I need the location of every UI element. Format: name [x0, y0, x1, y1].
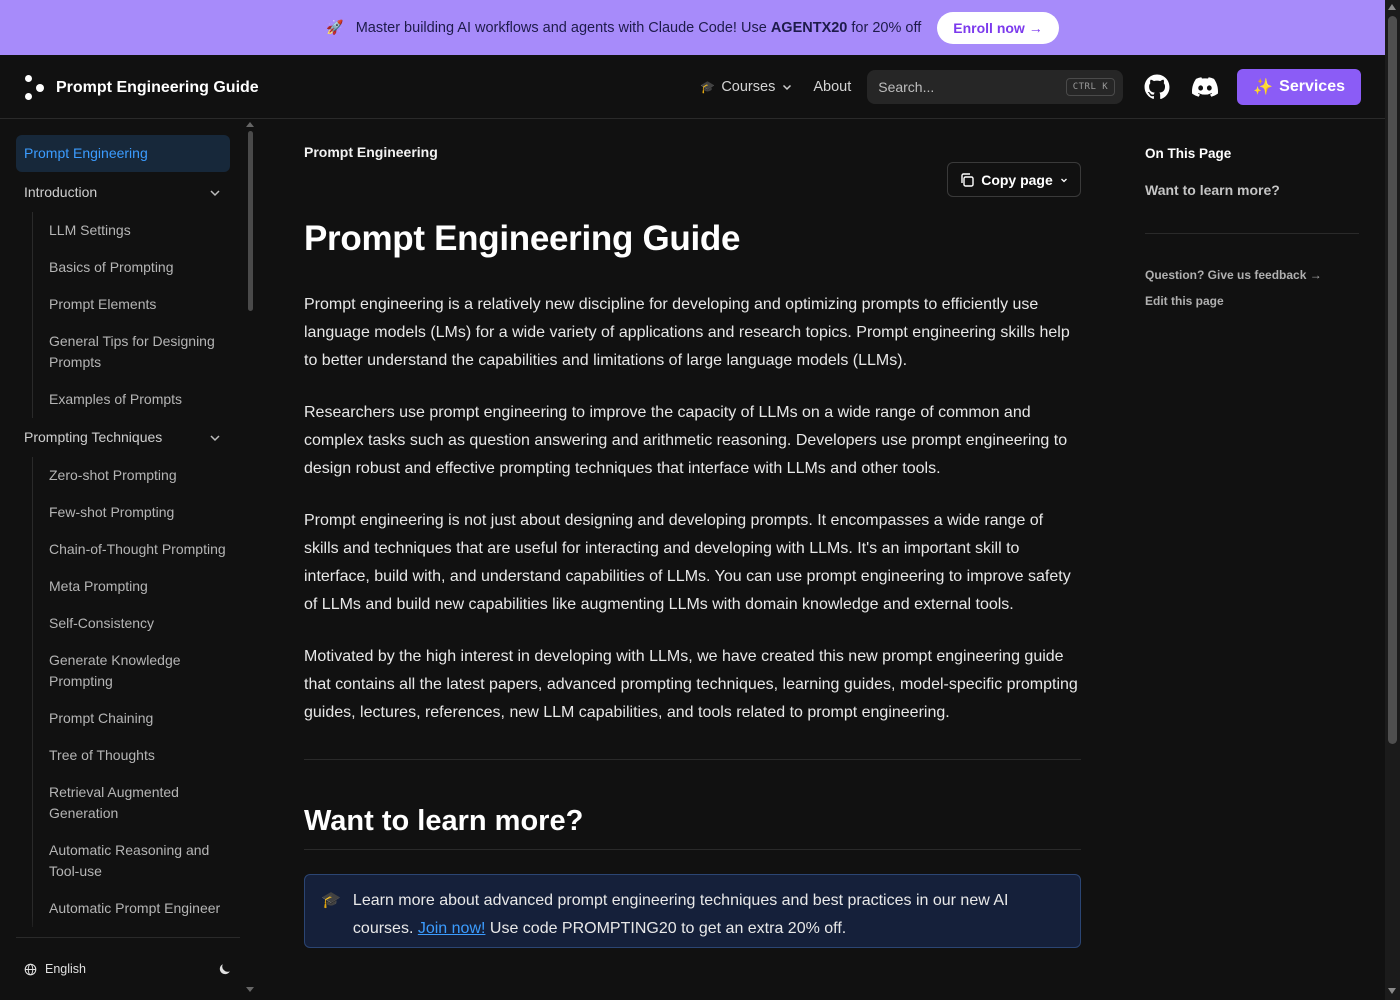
breadcrumb: Prompt Engineering	[304, 144, 438, 160]
copy-page-button[interactable]: Copy page	[947, 162, 1081, 197]
sidebar-subitems-introduction: LLM Settings Basics of Prompting Prompt …	[32, 212, 230, 418]
page-scrollbar[interactable]	[1385, 0, 1400, 1000]
sidebar-item-self-consistency[interactable]: Self-Consistency	[49, 605, 230, 642]
promo-banner: 🚀 Master building AI workflows and agent…	[0, 0, 1385, 55]
sidebar-scrollbar[interactable]	[248, 131, 253, 311]
divider	[304, 849, 1081, 850]
sidebar-item-zero-shot[interactable]: Zero-shot Prompting	[49, 457, 230, 494]
logo-dots-icon	[24, 75, 46, 101]
rocket-icon: 🚀	[326, 19, 344, 35]
language-label: English	[45, 962, 86, 976]
about-link[interactable]: About	[813, 79, 851, 95]
sidebar-item-meta-prompting[interactable]: Meta Prompting	[49, 568, 230, 605]
banner-code: AGENTX20	[770, 19, 848, 36]
sidebar-section-introduction[interactable]: Introduction	[16, 173, 230, 212]
courses-callout: 🎓 Learn more about advanced prompt engin…	[304, 874, 1081, 948]
sidebar-item-prompt-engineering[interactable]: Prompt Engineering	[16, 135, 230, 172]
sidebar-item-chain-of-thought[interactable]: Chain-of-Thought Prompting	[49, 531, 230, 568]
logo-text: Prompt Engineering Guide	[56, 79, 259, 96]
services-label: Services	[1279, 78, 1345, 95]
search-box[interactable]: CTRL K	[867, 70, 1124, 104]
globe-icon	[24, 963, 37, 975]
sparkles-icon: ✨	[1253, 79, 1274, 96]
paragraph: Prompt engineering is a relatively new d…	[304, 296, 1070, 369]
chevron-down-icon	[210, 434, 220, 441]
paragraph: Researchers use prompt engineering to im…	[304, 404, 1068, 477]
sidebar-item-prompt-elements[interactable]: Prompt Elements	[49, 286, 230, 323]
chevron-down-icon	[783, 84, 792, 91]
chevron-down-icon	[1060, 178, 1067, 182]
language-selector[interactable]: English	[24, 962, 86, 976]
graduation-cap-icon: 🎓	[700, 80, 716, 94]
sidebar-item-prompt-chaining[interactable]: Prompt Chaining	[49, 700, 230, 737]
scroll-up-arrow[interactable]	[1388, 4, 1396, 10]
toc-link-want-to-learn-more[interactable]: Want to learn more?	[1145, 182, 1280, 198]
discord-icon	[1192, 77, 1219, 97]
search-input[interactable]	[878, 79, 1059, 95]
sidebar-nav: Prompt Engineering Introduction LLM Sett…	[16, 135, 230, 927]
nav-right: 🎓 Courses About CTRL K ✨ Services	[700, 69, 1361, 105]
sidebar-subitems-prompting-techniques: Zero-shot Prompting Few-shot Prompting C…	[32, 457, 230, 927]
divider	[1145, 233, 1359, 234]
sidebar-item-generate-knowledge[interactable]: Generate Knowledge Prompting	[49, 642, 230, 700]
sidebar-scroll-up[interactable]	[246, 122, 254, 127]
paragraph: Motivated by the high interest in develo…	[304, 648, 1078, 721]
courses-menu[interactable]: 🎓 Courses	[700, 79, 793, 95]
github-link[interactable]	[1143, 73, 1171, 101]
sidebar-scroll-down[interactable]	[246, 987, 254, 992]
discord-link[interactable]	[1191, 73, 1219, 101]
paragraph: Prompt engineering is not just about des…	[304, 512, 1071, 613]
sidebar-fade	[0, 915, 240, 939]
callout-text: Learn more about advanced prompt enginee…	[352, 892, 1009, 937]
enroll-now-button[interactable]: Enroll now →	[937, 11, 1059, 44]
chevron-down-icon	[210, 189, 220, 196]
sidebar-item-automatic-reasoning[interactable]: Automatic Reasoning and Tool-use	[49, 832, 230, 890]
toc-title: On This Page	[1145, 146, 1232, 161]
page-title: Prompt Engineering Guide	[304, 219, 741, 258]
edit-page-link[interactable]: Edit this page	[1145, 294, 1224, 308]
sidebar-item-basics-of-prompting[interactable]: Basics of Prompting	[49, 249, 230, 286]
sidebar-footer: English	[16, 937, 240, 1000]
join-now-link[interactable]: Join now!	[418, 920, 486, 937]
article-body: Prompt engineering is a relatively new d…	[304, 291, 1081, 751]
sidebar-item-tree-of-thoughts[interactable]: Tree of Thoughts	[49, 737, 230, 774]
site-logo[interactable]: Prompt Engineering Guide	[24, 75, 259, 101]
divider	[304, 759, 1081, 760]
graduation-cap-icon: 🎓	[321, 892, 341, 909]
sidebar-item-few-shot[interactable]: Few-shot Prompting	[49, 494, 230, 531]
courses-label: Courses	[721, 79, 776, 95]
sidebar-item-general-tips[interactable]: General Tips for Designing Prompts	[49, 323, 230, 381]
moon-icon[interactable]	[218, 962, 232, 976]
search-shortcut: CTRL K	[1065, 78, 1116, 96]
sidebar: Prompt Engineering Introduction LLM Sett…	[0, 119, 256, 1000]
services-button[interactable]: ✨ Services	[1237, 69, 1361, 105]
sidebar-item-rag[interactable]: Retrieval Augmented Generation	[49, 774, 230, 832]
sidebar-section-prompting-techniques[interactable]: Prompting Techniques	[16, 418, 230, 457]
feedback-link[interactable]: Question? Give us feedback →	[1145, 268, 1322, 282]
sidebar-item-llm-settings[interactable]: LLM Settings	[49, 212, 230, 249]
scroll-down-arrow[interactable]	[1388, 988, 1396, 994]
scrollbar-thumb[interactable]	[1388, 16, 1397, 744]
github-icon	[1144, 74, 1170, 100]
top-navbar: Prompt Engineering Guide 🎓 Courses About…	[0, 55, 1385, 119]
section-heading: Want to learn more?	[304, 805, 584, 837]
copy-page-label: Copy page	[981, 171, 1053, 188]
sidebar-item-examples-of-prompts[interactable]: Examples of Prompts	[49, 381, 230, 418]
banner-text: Master building AI workflows and agents …	[355, 19, 922, 36]
copy-icon	[961, 172, 974, 187]
